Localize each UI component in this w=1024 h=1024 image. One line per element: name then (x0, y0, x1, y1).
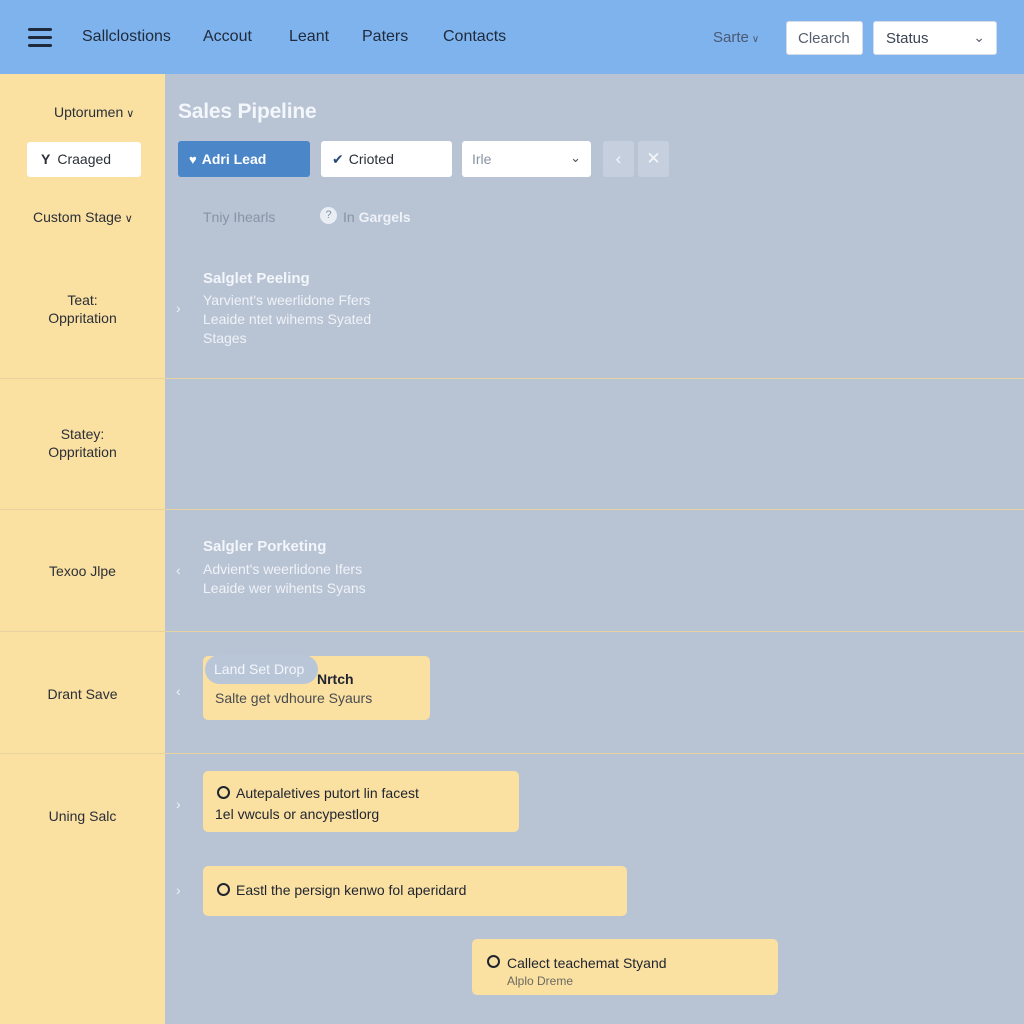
stage-line: Oppritation (48, 444, 117, 460)
chevron-down-icon: ∨ (751, 34, 760, 45)
sarte-label: Sarte (713, 29, 749, 46)
filter-icon: Y (41, 151, 51, 167)
hamburger-menu-icon[interactable] (28, 28, 52, 48)
stage-label-drant-save: Drant Save (47, 686, 118, 702)
stage-line: Teat: (67, 292, 98, 308)
lead-title[interactable]: Salgler Porketing (203, 538, 326, 555)
close-icon: ✕ (646, 149, 661, 168)
circle-icon (217, 786, 230, 799)
chevron-down-icon: ∨ (124, 213, 133, 225)
stage-line: Oppritation (48, 310, 117, 326)
chevron-down-icon: ∨ (126, 108, 135, 120)
custom-stage-label: Custom Stage (33, 209, 122, 225)
filter-select[interactable]: Irle ⌄ (462, 141, 591, 177)
circle-icon (487, 955, 500, 968)
card-text: Callect teachemat Styand (507, 955, 667, 971)
search-button[interactable]: Clearch (786, 21, 863, 55)
uptorumen-label: Uptorumen (54, 104, 124, 120)
chevron-right-icon[interactable]: › (176, 796, 181, 812)
lead-card[interactable]: Callect teachemat Styand Alplo Dreme (472, 939, 778, 995)
stage-line: Statey: (60, 426, 105, 442)
top-bar: Sallclostions Accout Leant Paters Contac… (0, 0, 1024, 74)
page-title: Sales Pipeline (178, 100, 317, 123)
chevron-left-icon[interactable]: ‹ (176, 683, 181, 699)
info-circle-icon: ? (320, 207, 337, 224)
add-lead-button[interactable]: ♥ Adri Lead (178, 141, 310, 177)
add-lead-label: Adri Lead (201, 151, 267, 167)
close-button[interactable]: ✕ (638, 141, 669, 177)
card-text: 1el vwculs or ancypestlorg (215, 806, 380, 822)
status-select[interactable]: Status ⌄ (873, 21, 997, 55)
status-select-label: Status (886, 30, 929, 47)
card-subtext: Alplo Dreme (507, 974, 574, 988)
heart-icon: ♥ (189, 152, 197, 167)
lead-line: Advient's weerlidone Ifers (203, 561, 363, 577)
circle-icon (217, 883, 230, 896)
lane-divider (0, 753, 1024, 754)
stage-label-texoo: Texoo Jlpe (49, 563, 116, 579)
sidebar: Uptorumen ∨ Y Craaged Custom Stage ∨ Teat: … (0, 74, 165, 1024)
card-text: Autepaletives putort lin facest (236, 785, 419, 801)
custom-stage-dropdown[interactable]: Custom Stage ∨ (33, 209, 133, 225)
crioted-label: Crioted (348, 151, 394, 167)
lead-line: Leaide wer wihents Syans (203, 580, 366, 596)
lead-line: Stages (203, 330, 247, 346)
nav-leant[interactable]: Leant (289, 28, 329, 46)
uptorumen-dropdown[interactable]: Uptorumen ∨ (54, 104, 134, 120)
lead-title[interactable]: Salglet Peeling (203, 270, 310, 287)
lead-line: Yarvient's weerlidone Ffers (203, 292, 371, 308)
chevron-left-icon[interactable]: ‹ (176, 562, 181, 578)
stage-label-statey: Statey: Oppritation (0, 425, 165, 461)
nav-paters[interactable]: Paters (362, 28, 408, 46)
card-text: Eastl the persign kenwo fol aperidard (236, 882, 467, 898)
nav-accout[interactable]: Accout (203, 28, 252, 46)
chevron-right-icon[interactable]: › (176, 300, 181, 316)
sarte-dropdown[interactable]: Sarte ∨ (713, 29, 759, 46)
back-button[interactable]: ‹ (603, 141, 634, 177)
craaged-filter-button[interactable]: Y Craaged (27, 142, 141, 177)
lead-card[interactable]: Eastl the persign kenwo fol aperidard (203, 866, 627, 916)
meta-value: Gargels (358, 209, 411, 225)
drop-zone-pill[interactable]: Land Set Drop (205, 655, 318, 684)
stage-label-teat: Teat: Oppritation (0, 291, 165, 327)
crioted-button[interactable]: ✔ Crioted (321, 141, 452, 177)
chevron-down-icon: ⌄ (570, 150, 581, 165)
meta-tags[interactable]: In Gargels (343, 209, 411, 225)
nav-contacts[interactable]: Contacts (443, 28, 506, 46)
meta-label: Tniy Ihearls (203, 209, 276, 225)
lane-divider (0, 631, 1024, 632)
chevron-left-icon: ‹ (615, 149, 622, 168)
stage-label-uning-salc: Uning Salc (48, 808, 117, 824)
lead-card[interactable]: Autepaletives putort lin facest 1el vwcu… (203, 771, 519, 832)
craaged-label: Craaged (57, 151, 112, 167)
meta-prefix: In (343, 209, 355, 225)
chevron-right-icon[interactable]: › (176, 882, 181, 898)
nav-sallclostions[interactable]: Sallclostions (82, 28, 171, 46)
lane-divider (0, 509, 1024, 510)
lead-line: Leaide ntet wihems Syated (203, 311, 372, 327)
checkmark-icon: ✔ (332, 151, 344, 167)
chevron-down-icon: ⌄ (973, 29, 985, 45)
card-title: Nrtch (317, 671, 354, 687)
lane-divider (0, 378, 1024, 379)
filter-select-value: Irle (472, 151, 492, 167)
card-text: Salte get vdhoure Syaurs (215, 690, 373, 706)
